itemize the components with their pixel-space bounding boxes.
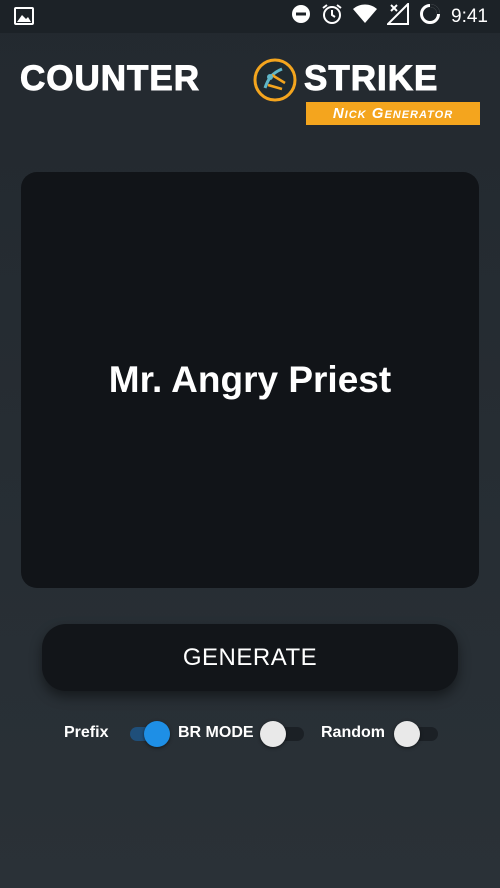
cs-emblem-icon xyxy=(252,57,298,103)
br-mode-switch-thumb xyxy=(260,721,286,747)
battery-icon xyxy=(419,3,441,30)
alarm-icon xyxy=(321,3,343,30)
logo-badge-text: Nick Generator xyxy=(332,105,454,122)
logo-badge: Nick Generator xyxy=(306,102,480,125)
app-screen: 9:41 COUNTER STRIKE Nick Generator Mr. A… xyxy=(0,0,500,888)
logo-right-word: STRIKE xyxy=(303,59,439,99)
random-switch-thumb xyxy=(394,721,420,747)
br-mode-switch[interactable] xyxy=(260,719,308,747)
random-switch[interactable] xyxy=(394,719,442,747)
random-label: Random xyxy=(321,724,385,741)
logo-left-word: COUNTER xyxy=(19,59,201,99)
status-icons: 9:41 xyxy=(291,0,488,33)
prefix-label: Prefix xyxy=(64,724,109,741)
prefix-switch[interactable] xyxy=(126,719,174,747)
toggles-row: Prefix BR MODE Random xyxy=(0,716,500,750)
generated-nickname: Mr. Angry Priest xyxy=(108,359,392,400)
prefix-switch-thumb xyxy=(144,721,170,747)
status-bar: 9:41 xyxy=(0,0,500,33)
status-time: 9:41 xyxy=(451,5,488,27)
image-notification-icon xyxy=(14,7,34,25)
no-signal-icon xyxy=(385,1,410,30)
br-mode-label: BR MODE xyxy=(178,724,254,741)
app-logo: COUNTER STRIKE Nick Generator xyxy=(0,55,500,130)
nickname-card: Mr. Angry Priest xyxy=(21,172,479,588)
generate-button-label: GENERATE xyxy=(182,643,318,671)
do-not-disturb-icon xyxy=(291,4,311,29)
generate-button[interactable]: GENERATE xyxy=(42,624,458,691)
wifi-icon xyxy=(353,4,378,29)
